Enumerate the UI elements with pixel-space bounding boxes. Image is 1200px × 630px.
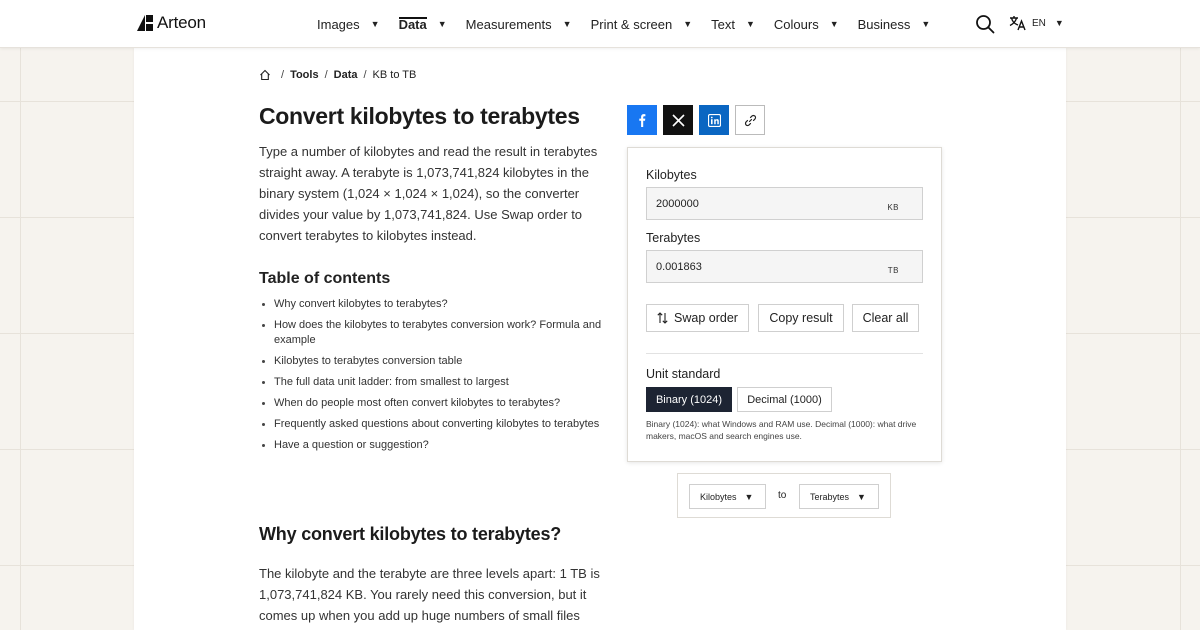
site-header: Arteon Images ▼ Data ▼ Measurements ▼ Pr… xyxy=(0,0,1200,48)
nav-item-business[interactable]: Business ▼ xyxy=(858,0,931,48)
toc-item[interactable]: Why convert kilobytes to terabytes? xyxy=(259,297,604,312)
swap-order-label: Swap order xyxy=(674,311,738,325)
unit-connector: to xyxy=(778,490,787,501)
toc-item[interactable]: How does the kilobytes to terabytes conv… xyxy=(259,318,604,348)
unit-standard-note: Binary (1024): what Windows and RAM use.… xyxy=(646,419,917,441)
swap-icon xyxy=(657,312,668,324)
caret-down-icon: ▼ xyxy=(829,19,839,29)
caret-down-icon: ▼ xyxy=(370,19,380,29)
caret-down-icon: ▼ xyxy=(683,19,693,29)
caret-down-icon: ▼ xyxy=(562,19,572,29)
caret-down-icon: ▼ xyxy=(857,491,866,502)
share-buttons xyxy=(627,105,765,135)
home-icon[interactable] xyxy=(259,69,271,81)
toc-item[interactable]: When do people most often convert kiloby… xyxy=(259,396,604,411)
breadcrumb-tools[interactable]: Tools xyxy=(290,69,319,81)
translate-icon xyxy=(1009,16,1026,31)
nav-item-print-screen[interactable]: Print & screen ▼ xyxy=(591,0,693,48)
swap-order-button[interactable]: Swap order xyxy=(646,304,749,332)
toc-title: Table of contents xyxy=(259,270,391,287)
link-icon xyxy=(744,114,756,126)
logo[interactable]: Arteon xyxy=(137,13,206,33)
nav-item-images[interactable]: Images ▼ xyxy=(317,0,380,48)
caret-down-icon: ▼ xyxy=(746,19,755,29)
toc-item[interactable]: The full data unit ladder: from smallest… xyxy=(259,375,604,390)
x-share-button[interactable] xyxy=(663,105,693,135)
nav-item-label: Print & screen xyxy=(590,16,673,32)
breadcrumb-current: KB to TB xyxy=(372,69,417,81)
intro-text: Type a number of kilobytes and read the … xyxy=(259,144,598,243)
converter-panel: Kilobytes 2000000 KB Terabytes 0.001863 … xyxy=(627,147,942,462)
copy-link-button[interactable] xyxy=(735,105,765,135)
copy-result-label: Copy result xyxy=(769,311,833,325)
kilobytes-value: 2000000 xyxy=(656,198,699,210)
nav-item-measurements[interactable]: Measurements ▼ xyxy=(466,0,572,48)
breadcrumb-separator: / xyxy=(281,69,285,81)
linkedin-share-button[interactable] xyxy=(699,105,729,135)
x-icon xyxy=(671,113,685,127)
breadcrumb-data[interactable]: Data xyxy=(334,69,358,81)
unit-selector: Kilobytes ▼ to Terabytes ▼ xyxy=(677,473,891,518)
facebook-icon xyxy=(639,114,646,127)
language-label: EN xyxy=(1032,17,1046,29)
page-title: Convert kilobytes to terabytes xyxy=(259,103,580,129)
to-label: Terabytes xyxy=(646,231,701,245)
clear-all-label: Clear all xyxy=(862,311,909,325)
language-selector[interactable]: EN ▼ xyxy=(1009,15,1064,31)
section-text: The kilobyte and the terabyte are three … xyxy=(259,566,600,623)
breadcrumb-separator: / xyxy=(324,69,328,81)
divider xyxy=(646,353,923,354)
to-unit-select[interactable]: Terabytes ▼ xyxy=(799,484,879,509)
brand-name: Arteon xyxy=(157,13,206,32)
caret-down-icon: ▼ xyxy=(921,19,931,29)
kilobytes-unit: KB xyxy=(887,203,899,212)
main-nav: Images ▼ Data ▼ Measurements ▼ Print & s… xyxy=(317,0,949,48)
clear-all-button[interactable]: Clear all xyxy=(852,304,919,332)
nav-item-label: Text xyxy=(711,16,735,32)
caret-down-icon: ▼ xyxy=(437,19,447,29)
linkedin-icon xyxy=(707,113,721,127)
to-unit-label: Terabytes xyxy=(810,491,850,502)
nav-item-label: Images xyxy=(317,16,360,32)
toc-item[interactable]: Frequently asked questions about convert… xyxy=(259,417,604,432)
copy-result-button[interactable]: Copy result xyxy=(758,304,844,332)
terabytes-value: 0.001863 xyxy=(656,261,702,273)
toc-item[interactable]: Kilobytes to terabytes conversion table xyxy=(259,354,604,369)
from-label: Kilobytes xyxy=(646,168,697,182)
nav-item-label: Business xyxy=(857,16,911,32)
terabytes-input[interactable]: 0.001863 TB xyxy=(646,250,923,283)
decimal-standard-button[interactable]: Decimal (1000) xyxy=(737,387,832,412)
nav-item-label: Measurements xyxy=(465,16,552,32)
nav-item-label: Colours xyxy=(773,16,819,32)
breadcrumb: / Tools / Data / KB to TB xyxy=(259,69,416,81)
nav-item-data[interactable]: Data ▼ xyxy=(398,0,447,48)
search-icon[interactable] xyxy=(975,14,995,34)
nav-item-colours[interactable]: Colours ▼ xyxy=(774,0,839,48)
breadcrumb-separator: / xyxy=(363,69,367,81)
facebook-share-button[interactable] xyxy=(627,105,657,135)
terabytes-unit: TB xyxy=(887,266,899,275)
from-unit-select[interactable]: Kilobytes ▼ xyxy=(689,484,766,509)
unit-standard-label: Unit standard xyxy=(646,367,721,381)
logo-mark-icon xyxy=(137,15,153,31)
kilobytes-input[interactable]: 2000000 KB xyxy=(646,187,923,220)
table-of-contents: Why convert kilobytes to terabytes? How … xyxy=(259,297,604,459)
nav-item-label: Data xyxy=(398,16,427,32)
toc-item[interactable]: Have a question or suggestion? xyxy=(259,438,604,453)
caret-down-icon: ▼ xyxy=(744,491,754,502)
section-title: Why convert kilobytes to terabytes? xyxy=(259,524,562,544)
caret-down-icon: ▼ xyxy=(1054,18,1064,28)
main-content: / Tools / Data / KB to TB Convert kiloby… xyxy=(134,48,1066,630)
binary-standard-button[interactable]: Binary (1024) xyxy=(646,387,732,412)
nav-item-text[interactable]: Text ▼ xyxy=(711,0,755,48)
from-unit-label: Kilobytes xyxy=(700,491,737,502)
